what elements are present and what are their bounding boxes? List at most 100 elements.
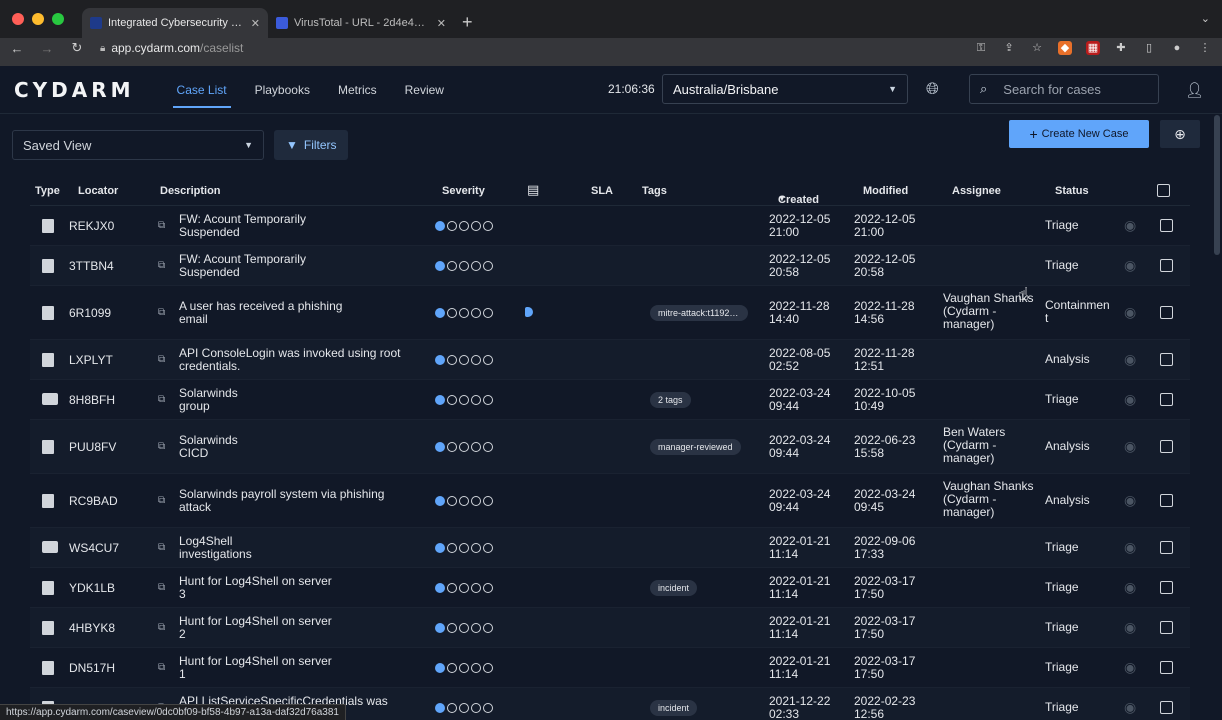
case-description[interactable]: Hunt for Log4Shell on server 3	[179, 575, 419, 601]
case-locator[interactable]: 4HBYK8	[69, 621, 115, 635]
table-row[interactable]: REKJX0 ⧉ FW: Acount Temporarily Suspended 20…	[30, 206, 1190, 246]
row-checkbox[interactable]	[1160, 393, 1173, 406]
table-row[interactable]: 3TTBN4 ⧉ FW: Acount Temporarily Suspended 20…	[30, 246, 1190, 286]
table-row[interactable]: WS4CU7 ⧉ Log4Shell investigations 2022-01-21…	[30, 528, 1190, 568]
case-locator[interactable]: RC9BAD	[69, 494, 118, 508]
header-modified[interactable]: Modified	[863, 185, 908, 197]
browser-tab-cydarm[interactable]: Integrated Cybersecurity Oper ✕	[82, 8, 268, 38]
search-input[interactable]: ⌕ Search for cases	[969, 74, 1159, 104]
case-description[interactable]: Hunt for Log4Shell on server 2	[179, 615, 419, 641]
brave-extension-icon[interactable]: ◆	[1058, 41, 1072, 55]
case-description[interactable]: A user has received a phishing email	[179, 300, 419, 326]
row-checkbox[interactable]	[1160, 621, 1173, 634]
watch-eye-icon[interactable]: ◉	[1124, 579, 1136, 596]
tag-badge[interactable]: incident	[650, 700, 698, 716]
case-locator[interactable]: LXPLYT	[69, 353, 113, 367]
row-checkbox[interactable]	[1160, 440, 1173, 453]
minimize-window-button[interactable]	[32, 13, 44, 25]
watch-eye-icon[interactable]: ◉	[1124, 699, 1136, 716]
row-checkbox[interactable]	[1160, 541, 1173, 554]
watch-eye-icon[interactable]: ◉	[1124, 217, 1136, 234]
row-checkbox[interactable]	[1160, 259, 1173, 272]
tab-search-chevron-icon[interactable]: ⌄	[1201, 12, 1210, 25]
row-checkbox[interactable]	[1160, 661, 1173, 674]
case-locator[interactable]: WS4CU7	[69, 541, 119, 555]
close-tab-icon[interactable]: ✕	[251, 17, 260, 30]
row-checkbox[interactable]	[1160, 353, 1173, 366]
watch-eye-icon[interactable]: ◉	[1124, 304, 1136, 321]
key-icon[interactable]: ⚿	[974, 41, 988, 55]
case-description[interactable]: Hunt for Log4Shell on server 1	[179, 655, 419, 681]
header-tags[interactable]: Tags	[642, 185, 667, 197]
copy-icon[interactable]: ⧉	[158, 542, 165, 553]
case-description[interactable]: Solarwinds payroll system via phishing at…	[179, 488, 419, 514]
reload-icon[interactable]: ↻	[70, 40, 84, 56]
case-locator[interactable]: PUU8FV	[69, 440, 116, 454]
saved-view-select[interactable]: Saved View ▼	[12, 130, 264, 160]
table-row[interactable]: RC9BAD ⧉ Solarwinds payroll system via phi…	[30, 474, 1190, 528]
table-row[interactable]: 8H8BFH ⧉ Solarwinds group 2 tags 2022-03-24 09…	[30, 380, 1190, 420]
browser-tab-virustotal[interactable]: VirusTotal - URL - 2d4e44ac4 ✕	[268, 8, 454, 38]
case-locator[interactable]: YDK1LB	[69, 581, 115, 595]
playbook-book-icon[interactable]: ▤	[527, 182, 539, 198]
case-locator[interactable]: 3TTBN4	[69, 259, 114, 273]
copy-icon[interactable]: ⧉	[158, 662, 165, 673]
scrollbar[interactable]	[1214, 115, 1220, 255]
filters-button[interactable]: ▼ Filters	[274, 130, 348, 160]
header-assignee[interactable]: Assignee	[952, 185, 1001, 197]
nav-metrics[interactable]: Metrics	[324, 66, 391, 114]
table-row[interactable]: 4HBYK8 ⧉ Hunt for Log4Shell on server 2 2022…	[30, 608, 1190, 648]
copy-icon[interactable]: ⧉	[158, 354, 165, 365]
case-locator[interactable]: REKJX0	[69, 219, 114, 233]
tag-badge[interactable]: incident	[650, 580, 698, 596]
nav-case-list[interactable]: Case List	[163, 66, 241, 114]
watch-eye-icon[interactable]: ◉	[1124, 391, 1136, 408]
copy-icon[interactable]: ⧉	[158, 441, 165, 452]
copy-icon[interactable]: ⧉	[158, 307, 165, 318]
add-icon-button[interactable]: ⊕	[1160, 120, 1200, 148]
tag-badge[interactable]: mitre-attack:t1192-sp...	[650, 305, 748, 321]
copy-icon[interactable]: ⧉	[158, 394, 165, 405]
case-description[interactable]: Solarwinds CICD	[179, 434, 419, 460]
row-checkbox[interactable]	[1160, 494, 1173, 507]
nav-playbooks[interactable]: Playbooks	[241, 66, 324, 114]
header-locator[interactable]: Locator	[78, 185, 118, 197]
case-locator[interactable]: DN517H	[69, 661, 115, 675]
table-row[interactable]: DN517H ⧉ Hunt for Log4Shell on server 1 2022…	[30, 648, 1190, 688]
sidebar-icon[interactable]: ▯	[1142, 41, 1156, 55]
watch-eye-icon[interactable]: ◉	[1124, 257, 1136, 274]
copy-icon[interactable]: ⧉	[158, 622, 165, 633]
row-checkbox[interactable]	[1160, 581, 1173, 594]
header-description[interactable]: Description	[160, 185, 221, 197]
header-status[interactable]: Status	[1055, 185, 1089, 197]
bookmark-star-icon[interactable]: ☆	[1030, 41, 1044, 55]
watch-eye-icon[interactable]: ◉	[1124, 438, 1136, 455]
red-extension-icon[interactable]: ▦	[1086, 41, 1100, 55]
table-row[interactable]: PUU8FV ⧉ Solarwinds CICD manager-reviewed 202…	[30, 420, 1190, 474]
table-row[interactable]: 6R1099 ⧉ A user has received a phishing ema…	[30, 286, 1190, 340]
forward-arrow-icon[interactable]: →	[40, 41, 54, 56]
globe-icon[interactable]: 🌐︎	[926, 81, 939, 99]
profile-icon[interactable]: ●	[1170, 41, 1184, 55]
row-checkbox[interactable]	[1160, 306, 1173, 319]
copy-icon[interactable]: ⧉	[158, 260, 165, 271]
maximize-window-button[interactable]	[52, 13, 64, 25]
address-bar[interactable]: 🔒︎ app.cydarm.com/caselist	[100, 41, 958, 55]
new-tab-icon[interactable]: +	[462, 12, 473, 33]
watch-eye-icon[interactable]: ◉	[1124, 351, 1136, 368]
share-icon[interactable]: ⇪	[1002, 41, 1016, 55]
case-description[interactable]: Solarwinds group	[179, 387, 419, 413]
case-locator[interactable]: 8H8BFH	[69, 393, 115, 407]
tag-badge[interactable]: 2 tags	[650, 392, 691, 408]
case-description[interactable]: API ConsoleLogin was invoked using root c…	[179, 347, 419, 373]
case-locator[interactable]: 6R1099	[69, 306, 111, 320]
case-description[interactable]: FW: Acount Temporarily Suspended	[179, 253, 419, 279]
watch-eye-icon[interactable]: ◉	[1124, 492, 1136, 509]
copy-icon[interactable]: ⧉	[158, 582, 165, 593]
close-tab-icon[interactable]: ✕	[437, 17, 446, 30]
header-severity[interactable]: Severity	[442, 185, 485, 197]
watch-eye-icon[interactable]: ◉	[1124, 539, 1136, 556]
create-new-case-button[interactable]: + Create New Case	[1009, 120, 1149, 148]
table-row[interactable]: LXPLYT ⧉ API ConsoleLogin was invoked usin…	[30, 340, 1190, 380]
row-checkbox[interactable]	[1160, 219, 1173, 232]
